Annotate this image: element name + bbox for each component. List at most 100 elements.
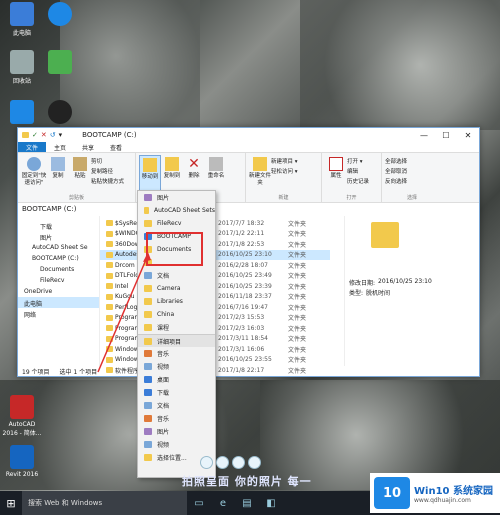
preview-folder-icon [371,222,399,248]
menu-item[interactable]: 课程 [138,321,215,334]
desktop-icon-app-blue[interactable] [2,100,42,126]
menu-item[interactable]: 详细项目 [138,334,215,347]
menu-item[interactable]: FileRecv [138,217,215,230]
revit-icon [10,445,34,469]
nav-item-documents[interactable]: Documents [18,264,99,275]
folder-icon [106,346,113,352]
nav-item-onedrive[interactable]: OneDrive [18,286,99,297]
file-date: 2016/7/16 19:47 [218,303,268,311]
folder-icon [144,402,152,409]
computer-icon [10,2,34,26]
store-icon[interactable]: ◧ [259,491,283,515]
menu-item[interactable]: China [138,308,215,321]
desktop-icon-this-pc[interactable]: 此电脑 [2,2,42,37]
menu-item-label: 选择位置... [157,455,187,462]
taskbar-search[interactable]: 搜索 Web 和 Windows [22,491,187,515]
penguin-icon [48,100,72,124]
menu-item[interactable]: Camera [138,282,215,295]
menu-item[interactable]: 桌面 [138,373,215,386]
menu-item-label: 课程 [157,325,170,332]
desktop-icon-app-green[interactable] [40,50,80,76]
open-button[interactable]: 打开 ▾ [347,157,369,165]
copy-to-label: 复制到 [163,173,181,179]
desktop-icon-label: AutoCAD 2016 - 简体... [2,421,42,437]
edit-button[interactable]: 编辑 [347,167,369,175]
nav-item-pictures[interactable]: 图片 [18,231,99,242]
menu-item-label: 音乐 [157,351,170,358]
folder-icon [144,194,152,201]
paste-shortcut-button[interactable]: 粘贴快捷方式 [91,177,124,185]
folder-icon [144,415,152,422]
menu-item[interactable]: 图片 [138,425,215,438]
tab-file[interactable]: 文件 [18,142,47,152]
explorer-icon[interactable]: ▤ [235,491,259,515]
undo-icon[interactable]: ↺ [50,131,56,139]
copy-path-button[interactable]: 复制路径 [91,167,124,175]
cut-button[interactable]: 剪切 [91,157,124,165]
folder-icon [106,335,113,342]
desktop-icon-label: Revit 2016 [5,471,39,478]
chevron-down-icon[interactable]: ▾ [59,131,63,139]
easy-access-button[interactable]: 轻松访问 ▾ [271,167,298,175]
desktop-icon-app[interactable] [40,2,80,28]
file-name: Intel [115,282,129,290]
desktop-icon-recycle-bin[interactable]: 回收站 [2,50,42,85]
menu-item[interactable]: 视频 [138,360,215,373]
folder-icon [144,363,152,370]
select-none-button[interactable]: 全部取消 [385,167,407,175]
tab-view[interactable]: 查看 [102,142,130,152]
menu-item[interactable]: Libraries [138,295,215,308]
history-button[interactable]: 历史记录 [347,177,369,185]
folder-icon [144,272,152,279]
new-item-button[interactable]: 新建项目 ▾ [271,157,298,165]
tab-home[interactable]: 主页 [46,142,74,152]
menu-item[interactable]: 视频 [138,438,215,451]
invert-selection-button[interactable]: 反向选择 [385,177,407,185]
edge-icon[interactable]: e [211,491,235,515]
nav-item-network[interactable]: 网络 [18,308,99,319]
menu-item[interactable]: 音乐 [138,347,215,360]
new-folder-label: 新建文件夹 [249,173,272,186]
folder-icon [144,428,152,435]
desktop-icon-revit[interactable]: Revit 2016 [2,445,42,478]
menu-item[interactable]: AutoCAD Sheet Sets [138,204,215,217]
menu-item[interactable]: 文档 [138,269,215,282]
file-date: 2017/2/3 15:53 [218,314,265,321]
watermark-url: www.qdhuajin.com [414,497,471,504]
check-icon[interactable]: ✓ [32,131,38,139]
nav-item-downloads[interactable]: 下载 [18,220,99,231]
select-all-button[interactable]: 全部选择 [385,157,407,165]
nav-item-this-pc[interactable]: 此电脑 [18,297,99,308]
watermark-title: Win10 系统家园 [414,486,493,497]
menu-item[interactable]: 文档 [138,399,215,412]
desktop-icon-qq[interactable] [40,100,80,126]
highlight-box [146,232,203,266]
folder-icon [144,311,152,318]
file-type: 文件夹 [288,357,307,364]
preview-pane: 修改日期: 2016/10/25 23:10 类型: 脱机时间 [344,216,479,366]
menu-item-label: 图片 [157,429,170,436]
menu-item[interactable]: 下载 [138,386,215,399]
rock-texture [60,0,200,140]
new-group: 新建文件夹 新建项目 ▾ 轻松访问 ▾ 新建 [246,153,322,202]
file-name: Drcom [115,261,135,269]
address-bar[interactable]: BOOTCAMP (C:) [18,203,479,215]
menu-item-label: AutoCAD Sheet Sets [154,207,215,214]
menu-item[interactable]: 音乐 [138,412,215,425]
close-red-icon[interactable]: ✕ [41,131,47,139]
desktop-icon-autocad[interactable]: AutoCAD 2016 - 简体... [0,395,44,437]
nav-item-autocad[interactable]: AutoCAD Sheet Se [18,242,99,253]
close-button[interactable]: ✕ [457,131,479,140]
clipboard-group: 固定到"快速访问" 复制 粘贴 剪切 复制路径 粘贴快捷方式 剪贴板 [18,153,136,202]
tab-share[interactable]: 共享 [74,142,102,152]
minimize-button[interactable]: — [413,131,435,140]
menu-item[interactable]: 图片 [138,191,215,204]
maximize-button[interactable]: ☐ [435,131,457,140]
nav-item-filerecv[interactable]: FileRecv [18,275,99,286]
task-view-icon[interactable]: ▭ [187,491,211,515]
nav-item-bootcamp[interactable]: BOOTCAMP (C:) [18,253,99,264]
file-date: 2017/1/2 22:11 [218,230,265,237]
folder-icon [106,293,113,300]
start-button[interactable]: ⊞ [0,491,22,515]
search-text: 搜索 Web 和 Windows [28,499,103,507]
